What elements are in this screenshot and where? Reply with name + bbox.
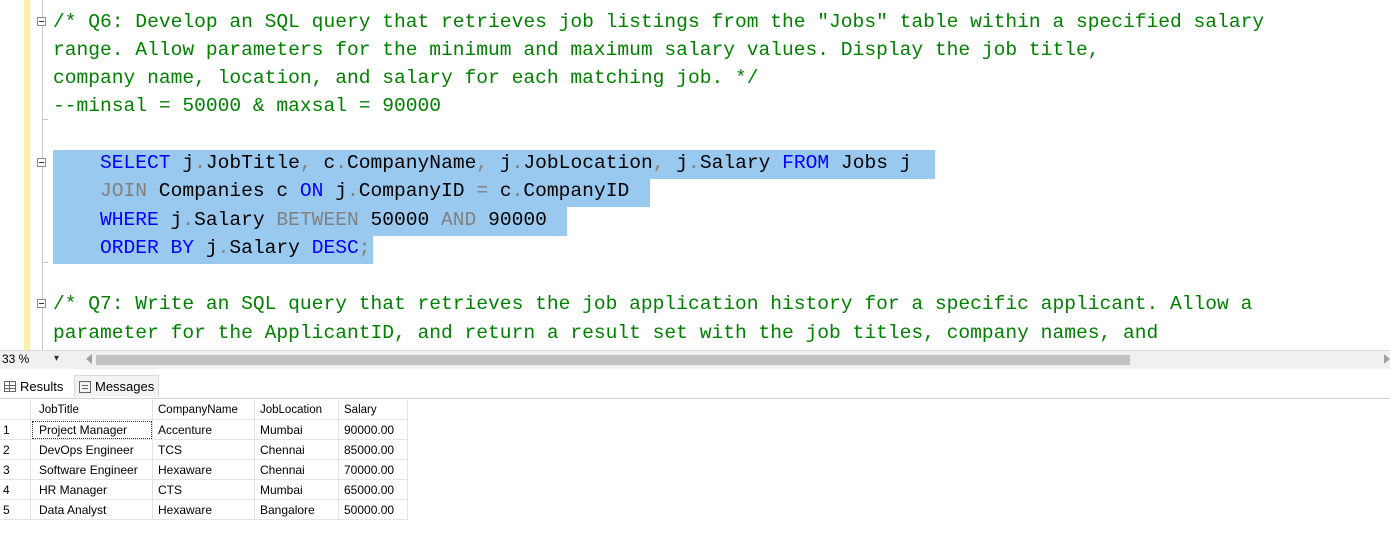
cell-jobtitle[interactable]: Data Analyst: [30, 499, 153, 520]
cell-jobtitle[interactable]: Software Engineer: [30, 459, 153, 480]
collapse-icon[interactable]: [37, 158, 46, 167]
grid-header-row: JobTitle CompanyName JobLocation Salary: [0, 400, 408, 420]
row-number[interactable]: 4: [0, 479, 31, 500]
column-header[interactable]: CompanyName: [152, 400, 255, 420]
sql-line-orderby: ORDER BY j.Salary DESC;: [100, 237, 371, 259]
sql-editor[interactable]: /* Q6: Develop an SQL query that retriev…: [0, 0, 1390, 350]
sql-line-where: WHERE j.Salary BETWEEN 50000 AND 90000: [100, 209, 547, 231]
zoom-level[interactable]: 33 %: [2, 352, 29, 366]
column-header[interactable]: Salary: [338, 400, 408, 420]
table-row[interactable]: 5 Data Analyst Hexaware Bangalore 50000.…: [0, 499, 408, 520]
scroll-left-icon[interactable]: [86, 354, 92, 364]
row-number[interactable]: 5: [0, 499, 31, 520]
comment-line: company name, location, and salary for e…: [53, 67, 759, 89]
results-grid[interactable]: JobTitle CompanyName JobLocation Salary …: [0, 400, 408, 520]
comment-line: parameter for the ApplicantID, and retur…: [53, 322, 1159, 344]
cell-joblocation[interactable]: Bangalore: [254, 499, 339, 520]
cell-joblocation[interactable]: Mumbai: [254, 479, 339, 500]
cell-salary[interactable]: 50000.00: [338, 499, 408, 520]
tab-messages-label: Messages: [95, 379, 155, 394]
cell-jobtitle[interactable]: HR Manager: [30, 479, 153, 500]
comment-line: /* Q6: Develop an SQL query that retriev…: [53, 11, 1265, 33]
cell-companyname[interactable]: TCS: [152, 439, 255, 460]
cell-companyname[interactable]: Hexaware: [152, 459, 255, 480]
cell-salary[interactable]: 65000.00: [338, 479, 408, 500]
cell-joblocation[interactable]: Chennai: [254, 459, 339, 480]
messages-icon: [79, 380, 91, 393]
cell-salary[interactable]: 90000.00: [338, 419, 408, 440]
column-header[interactable]: JobLocation: [254, 400, 339, 420]
fold-end-marker: [42, 262, 48, 263]
row-number[interactable]: 1: [0, 419, 31, 440]
cell-companyname[interactable]: Hexaware: [152, 499, 255, 520]
tab-results[interactable]: Results: [0, 375, 68, 397]
results-tab-bar: Results Messages: [0, 372, 1390, 399]
row-number[interactable]: 3: [0, 459, 31, 480]
table-row[interactable]: 3 Software Engineer Hexaware Chennai 700…: [0, 459, 408, 480]
cell-joblocation[interactable]: Chennai: [254, 439, 339, 460]
table-row[interactable]: 1 Project Manager Accenture Mumbai 90000…: [0, 419, 408, 440]
collapse-icon[interactable]: [37, 17, 46, 26]
change-marker-gutter: [24, 0, 30, 350]
horizontal-scrollbar-thumb[interactable]: [96, 355, 1130, 365]
table-row[interactable]: 4 HR Manager CTS Mumbai 65000.00: [0, 479, 408, 500]
outline-line: [42, 0, 43, 350]
editor-status-bar: 33 % ▾: [0, 350, 1390, 369]
comment-line: --minsal = 50000 & maxsal = 90000: [53, 95, 442, 117]
comment-line: range. Allow parameters for the minimum …: [53, 39, 1100, 61]
tab-results-label: Results: [20, 378, 64, 394]
row-number[interactable]: 2: [0, 439, 31, 460]
fold-end-marker: [42, 119, 48, 120]
cell-salary[interactable]: 85000.00: [338, 439, 408, 460]
cell-companyname[interactable]: Accenture: [152, 419, 255, 440]
grid-icon: [4, 380, 16, 392]
column-header[interactable]: JobTitle: [30, 400, 153, 420]
cell-salary[interactable]: 70000.00: [338, 459, 408, 480]
collapse-icon[interactable]: [37, 299, 46, 308]
table-row[interactable]: 2 DevOps Engineer TCS Chennai 85000.00: [0, 439, 408, 460]
chevron-down-icon[interactable]: ▾: [54, 353, 59, 364]
cell-jobtitle[interactable]: Project Manager: [30, 419, 153, 440]
row-number-header: [0, 400, 31, 420]
cell-companyname[interactable]: CTS: [152, 479, 255, 500]
sql-line-join: JOIN Companies c ON j.CompanyID = c.Comp…: [100, 180, 630, 202]
comment-line: /* Q7: Write an SQL query that retrieves…: [53, 293, 1253, 315]
cell-joblocation[interactable]: Mumbai: [254, 419, 339, 440]
sql-line-select: SELECT j.JobTitle, c.CompanyName, j.JobL…: [100, 152, 912, 174]
scroll-right-icon[interactable]: [1384, 354, 1390, 364]
tab-messages[interactable]: Messages: [74, 375, 160, 397]
cell-jobtitle[interactable]: DevOps Engineer: [30, 439, 153, 460]
